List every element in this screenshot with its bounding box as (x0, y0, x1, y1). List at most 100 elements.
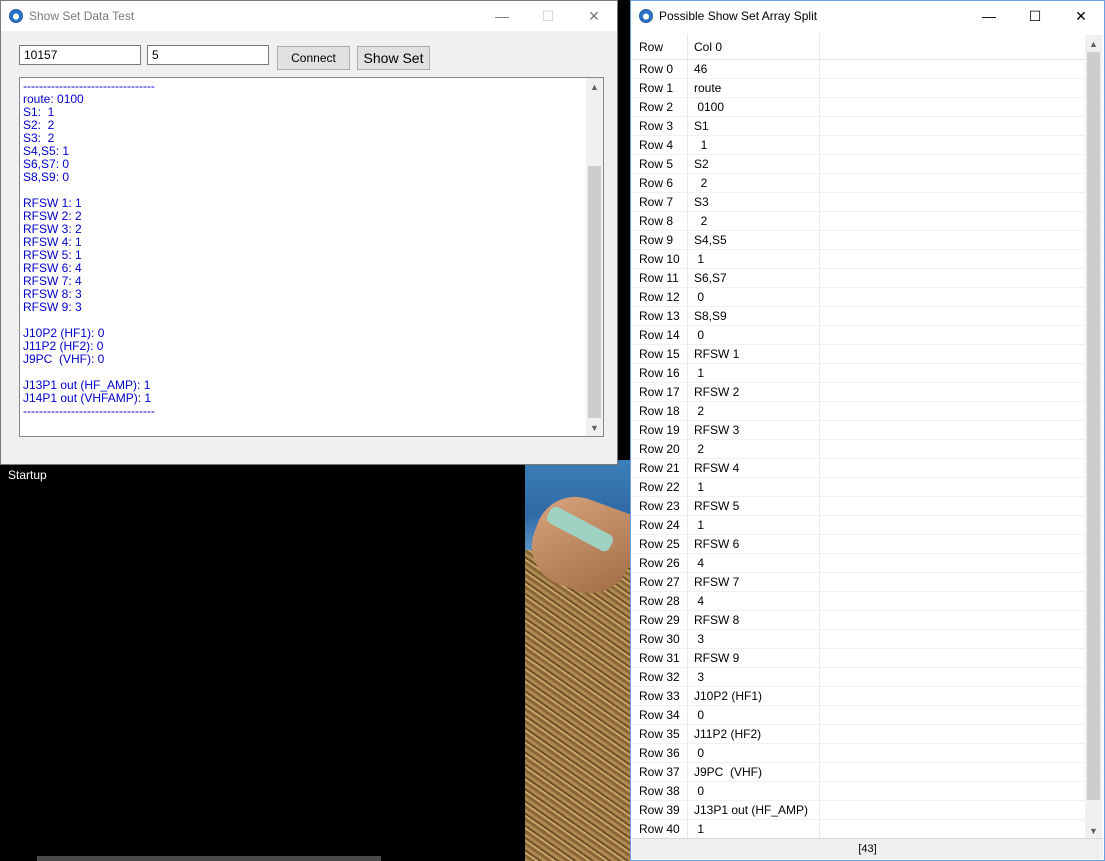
titlebar[interactable]: Show Set Data Test — ☐ ✕ (1, 1, 617, 31)
row-label-cell[interactable]: Row 23 (632, 497, 688, 515)
value-cell[interactable]: RFSW 2 (688, 383, 820, 401)
row-label-cell[interactable]: Row 11 (632, 269, 688, 287)
table-row[interactable]: Row 31 RFSW 9 (632, 649, 1103, 668)
titlebar[interactable]: Possible Show Set Array Split — ☐ ✕ (631, 1, 1104, 31)
value-cell[interactable]: J13P1 out (HF_AMP) (688, 801, 820, 819)
row-label-cell[interactable]: Row 33 (632, 687, 688, 705)
value-cell[interactable]: 0100 (688, 98, 820, 116)
value-cell[interactable]: J11P2 (HF2) (688, 725, 820, 743)
table-row[interactable]: Row 18 2 (632, 402, 1103, 421)
row-label-cell[interactable]: Row 3 (632, 117, 688, 135)
row-label-cell[interactable]: Row 32 (632, 668, 688, 686)
grid-scrollbar[interactable]: ▲ ▼ (1085, 35, 1102, 839)
row-label-cell[interactable]: Row 2 (632, 98, 688, 116)
row-label-cell[interactable]: Row 35 (632, 725, 688, 743)
value-cell[interactable]: RFSW 9 (688, 649, 820, 667)
row-label-cell[interactable]: Row 7 (632, 193, 688, 211)
value-cell[interactable]: S3 (688, 193, 820, 211)
value-cell[interactable]: 1 (688, 820, 820, 838)
table-row[interactable]: Row 28 4 (632, 592, 1103, 611)
table-row[interactable]: Row 39 J13P1 out (HF_AMP) (632, 801, 1103, 820)
table-row[interactable]: Row 27 RFSW 7 (632, 573, 1103, 592)
value-cell[interactable]: 0 (688, 744, 820, 762)
table-row[interactable]: Row 8 2 (632, 212, 1103, 231)
row-label-cell[interactable]: Row 18 (632, 402, 688, 420)
table-row[interactable]: Row 35 J11P2 (HF2) (632, 725, 1103, 744)
maximize-button[interactable]: ☐ (525, 1, 571, 31)
value-cell[interactable]: route (688, 79, 820, 97)
table-row[interactable]: Row 15 RFSW 1 (632, 345, 1103, 364)
show-set-button[interactable]: Show Set (357, 46, 430, 70)
row-label-cell[interactable]: Row 5 (632, 155, 688, 173)
row-label-cell[interactable]: Row 27 (632, 573, 688, 591)
value-cell[interactable]: 1 (688, 250, 820, 268)
table-row[interactable]: Row 9 S4,S5 (632, 231, 1103, 250)
row-label-cell[interactable]: Row 21 (632, 459, 688, 477)
value-cell[interactable]: RFSW 4 (688, 459, 820, 477)
row-label-cell[interactable]: Row 37 (632, 763, 688, 781)
header-row[interactable]: Row (632, 34, 688, 59)
row-label-cell[interactable]: Row 28 (632, 592, 688, 610)
row-label-cell[interactable]: Row 1 (632, 79, 688, 97)
table-row[interactable]: Row 2 0100 (632, 98, 1103, 117)
value-cell[interactable]: 1 (688, 364, 820, 382)
value-cell[interactable]: 0 (688, 782, 820, 800)
row-label-cell[interactable]: Row 13 (632, 307, 688, 325)
table-row[interactable]: Row 4 1 (632, 136, 1103, 155)
row-label-cell[interactable]: Row 17 (632, 383, 688, 401)
table-row[interactable]: Row 23 RFSW 5 (632, 497, 1103, 516)
value-cell[interactable]: J9PC (VHF) (688, 763, 820, 781)
value-cell[interactable]: 2 (688, 402, 820, 420)
row-label-cell[interactable]: Row 20 (632, 440, 688, 458)
value-cell[interactable]: S8,S9 (688, 307, 820, 325)
output-textbox[interactable]: --------------------------------- route: … (19, 77, 604, 437)
row-label-cell[interactable]: Row 14 (632, 326, 688, 344)
scroll-thumb[interactable] (1087, 52, 1100, 800)
value-cell[interactable]: 2 (688, 212, 820, 230)
row-label-cell[interactable]: Row 34 (632, 706, 688, 724)
value-cell[interactable]: S1 (688, 117, 820, 135)
row-label-cell[interactable]: Row 24 (632, 516, 688, 534)
row-label-cell[interactable]: Row 8 (632, 212, 688, 230)
row-label-cell[interactable]: Row 36 (632, 744, 688, 762)
value-cell[interactable]: 0 (688, 326, 820, 344)
table-row[interactable]: Row 22 1 (632, 478, 1103, 497)
value-cell[interactable]: S4,S5 (688, 231, 820, 249)
value-cell[interactable]: 1 (688, 478, 820, 496)
row-label-cell[interactable]: Row 26 (632, 554, 688, 572)
value-cell[interactable]: 2 (688, 174, 820, 192)
value-cell[interactable]: 1 (688, 136, 820, 154)
table-row[interactable]: Row 17 RFSW 2 (632, 383, 1103, 402)
row-label-cell[interactable]: Row 6 (632, 174, 688, 192)
port-input[interactable] (19, 45, 141, 65)
table-row[interactable]: Row 40 1 (632, 820, 1103, 838)
table-row[interactable]: Row 37 J9PC (VHF) (632, 763, 1103, 782)
header-col0[interactable]: Col 0 (688, 34, 820, 59)
table-row[interactable]: Row 29 RFSW 8 (632, 611, 1103, 630)
row-label-cell[interactable]: Row 12 (632, 288, 688, 306)
table-row[interactable]: Row 26 4 (632, 554, 1103, 573)
table-row[interactable]: Row 30 3 (632, 630, 1103, 649)
row-label-cell[interactable]: Row 15 (632, 345, 688, 363)
table-row[interactable]: Row 21 RFSW 4 (632, 459, 1103, 478)
value-cell[interactable]: J10P2 (HF1) (688, 687, 820, 705)
table-row[interactable]: Row 25 RFSW 6 (632, 535, 1103, 554)
row-label-cell[interactable]: Row 9 (632, 231, 688, 249)
row-label-cell[interactable]: Row 31 (632, 649, 688, 667)
count-input[interactable] (147, 45, 269, 65)
scroll-up-icon[interactable]: ▲ (586, 78, 603, 95)
close-button[interactable]: ✕ (1058, 1, 1104, 31)
row-label-cell[interactable]: Row 25 (632, 535, 688, 553)
value-cell[interactable]: S2 (688, 155, 820, 173)
table-row[interactable]: Row 34 0 (632, 706, 1103, 725)
row-label-cell[interactable]: Row 38 (632, 782, 688, 800)
value-cell[interactable]: 3 (688, 668, 820, 686)
table-row[interactable]: Row 20 2 (632, 440, 1103, 459)
scroll-down-icon[interactable]: ▼ (1085, 822, 1102, 839)
value-cell[interactable]: RFSW 6 (688, 535, 820, 553)
row-label-cell[interactable]: Row 19 (632, 421, 688, 439)
row-label-cell[interactable]: Row 10 (632, 250, 688, 268)
row-label-cell[interactable]: Row 4 (632, 136, 688, 154)
minimize-button[interactable]: — (966, 1, 1012, 31)
value-cell[interactable]: RFSW 7 (688, 573, 820, 591)
